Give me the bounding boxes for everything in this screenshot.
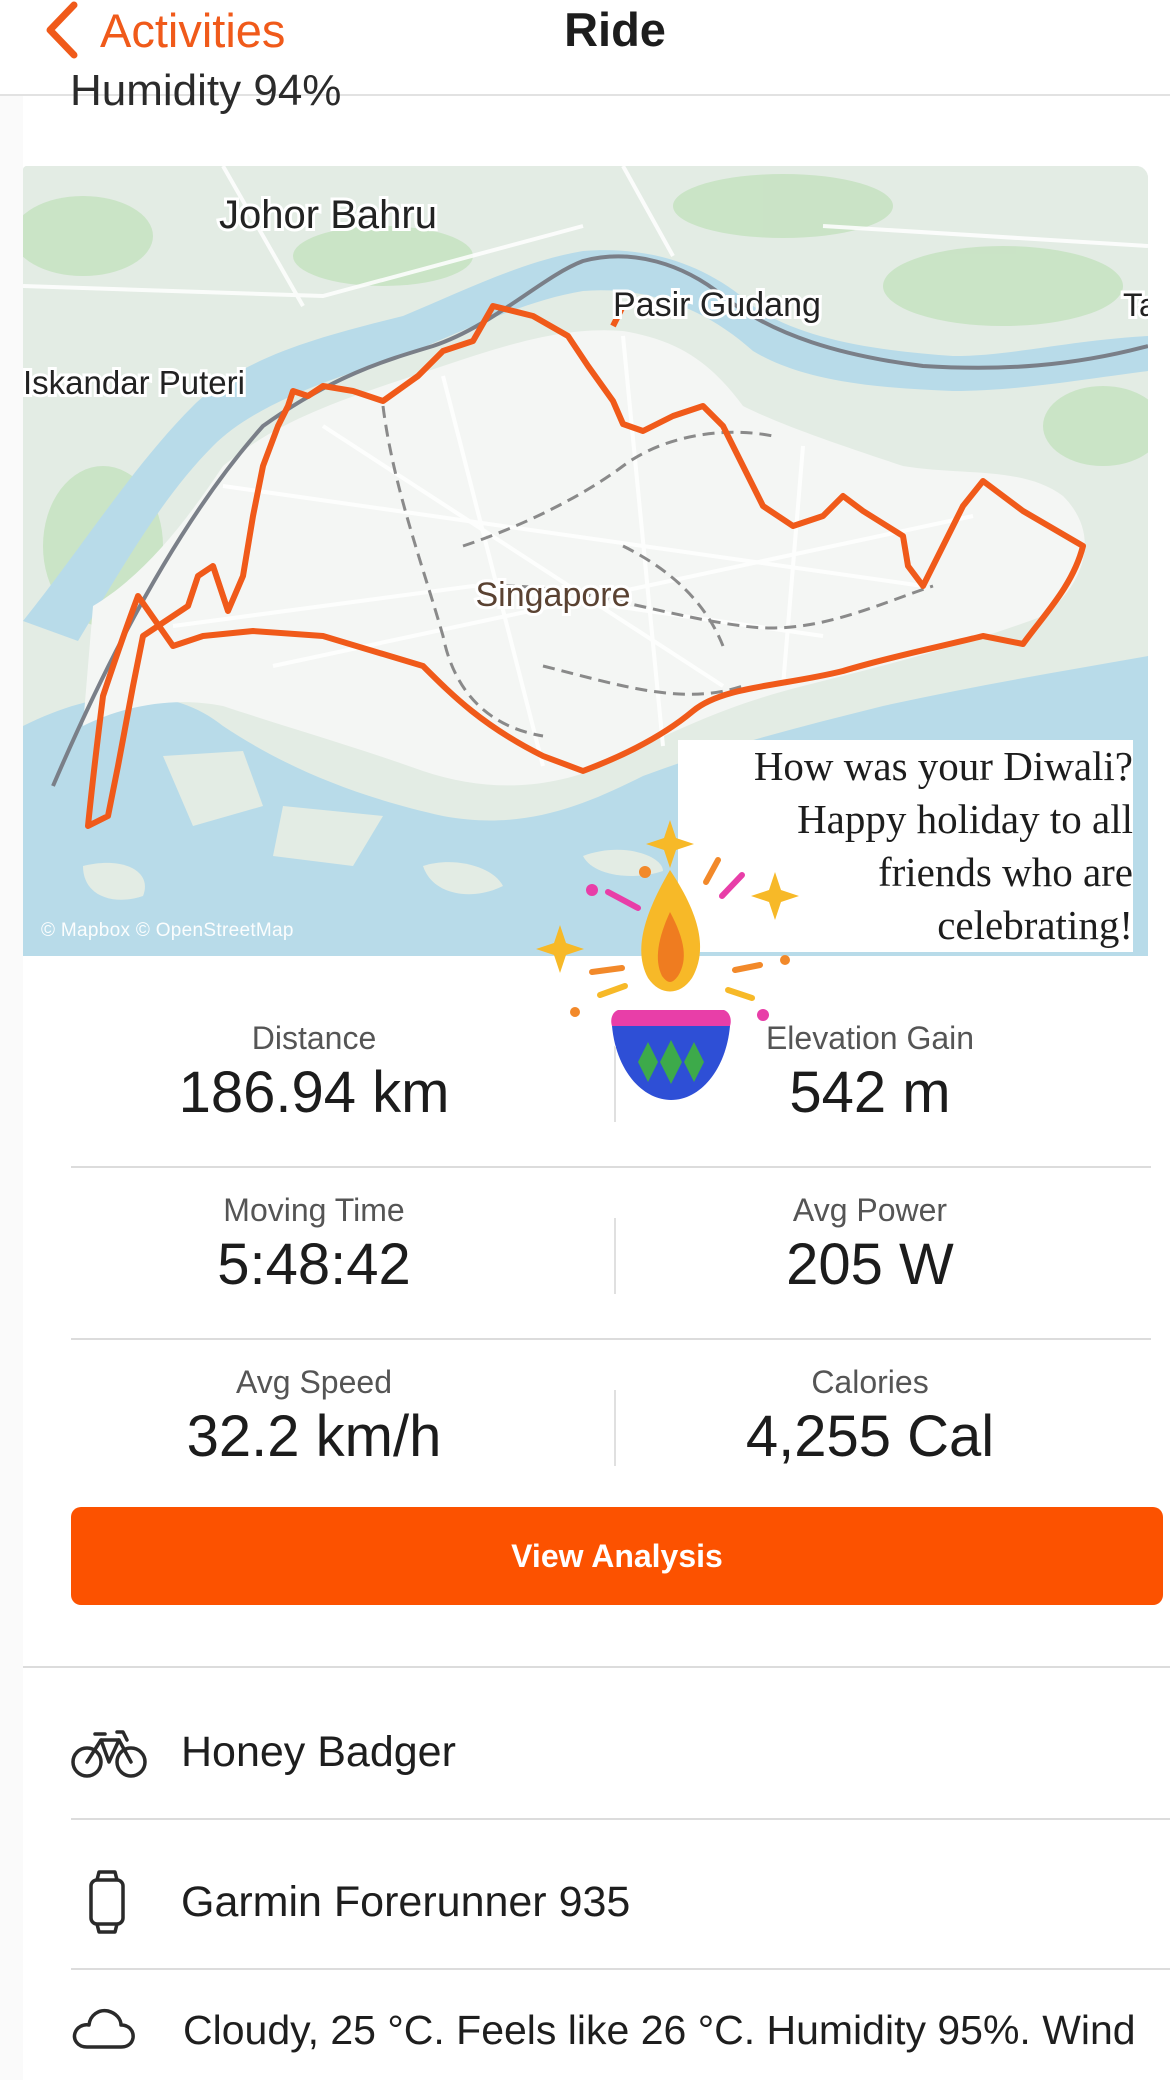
stat-avg-power: Avg Power 205 W	[592, 1188, 1148, 1298]
stat-label: Calories	[811, 1364, 929, 1400]
label-pasir-gudang: Pasir Gudang	[613, 286, 821, 324]
stats-row: Avg Speed 32.2 km/h Calories 4,255 Cal	[71, 1340, 1151, 1512]
row-divider	[71, 1968, 1170, 1970]
stat-label: Elevation Gain	[765, 1020, 975, 1056]
label-iskandar-puteri: Iskandar Puteri	[23, 364, 245, 401]
stat-value: 542 m	[789, 1060, 951, 1125]
map-attribution[interactable]: © Mapbox © OpenStreetMap	[41, 920, 294, 942]
gear-device-row[interactable]: Garmin Forerunner 935	[71, 1852, 1170, 1952]
label-map-edge: Ta	[1123, 287, 1148, 323]
page-title: Ride	[564, 3, 666, 56]
stat-value: 5:48:42	[217, 1232, 411, 1297]
stats-row: Moving Time 5:48:42 Avg Power 205 W	[71, 1168, 1151, 1340]
stat-calories: Calories 4,255 Cal	[592, 1360, 1148, 1470]
stats-row: Distance 186.94 km Elevation Gain 542 m	[71, 996, 1151, 1168]
stat-value: 4,255 Cal	[745, 1404, 995, 1469]
bike-icon	[71, 1717, 147, 1787]
stat-avg-speed: Avg Speed 32.2 km/h	[36, 1360, 592, 1470]
weather-row: Cloudy, 25 °C. Feels like 26 °C. Humidit…	[71, 1995, 1170, 2065]
stat-label: Moving Time	[223, 1192, 405, 1228]
stat-label: Avg Speed	[236, 1364, 392, 1400]
section-divider	[23, 1666, 1170, 1668]
stat-value: 32.2 km/h	[186, 1404, 442, 1469]
gear-bike-row[interactable]: Honey Badger	[71, 1702, 1170, 1802]
device-name: Garmin Forerunner 935	[181, 1877, 631, 1926]
label-johor-bahru: Johor Bahru	[219, 193, 437, 237]
previous-weather-text: Humidity 94%	[70, 66, 342, 115]
stat-label: Distance	[251, 1020, 377, 1056]
cloud-icon	[71, 2003, 137, 2058]
navigation-bar: Humidity 94% Activities Ride	[0, 0, 1170, 115]
stat-elevation-gain: Elevation Gain 542 m	[592, 1016, 1148, 1126]
bike-name: Honey Badger	[181, 1727, 456, 1776]
stat-moving-time: Moving Time 5:48:42	[36, 1188, 592, 1298]
stats-grid: Distance 186.94 km Elevation Gain 542 m …	[71, 996, 1151, 1512]
stat-value: 205 W	[786, 1232, 954, 1297]
label-singapore: Singapore	[475, 576, 630, 614]
greeting-line: How was your Diwali?	[753, 743, 1133, 789]
row-divider	[71, 1818, 1170, 1820]
view-analysis-button[interactable]: View Analysis	[71, 1507, 1163, 1605]
stat-distance: Distance 186.94 km	[36, 1016, 592, 1126]
stat-label: Avg Power	[792, 1192, 948, 1228]
weather-text: Cloudy, 25 °C. Feels like 26 °C. Humidit…	[183, 2006, 1136, 2053]
watch-icon	[71, 1867, 147, 1937]
stat-value: 186.94 km	[178, 1060, 450, 1125]
